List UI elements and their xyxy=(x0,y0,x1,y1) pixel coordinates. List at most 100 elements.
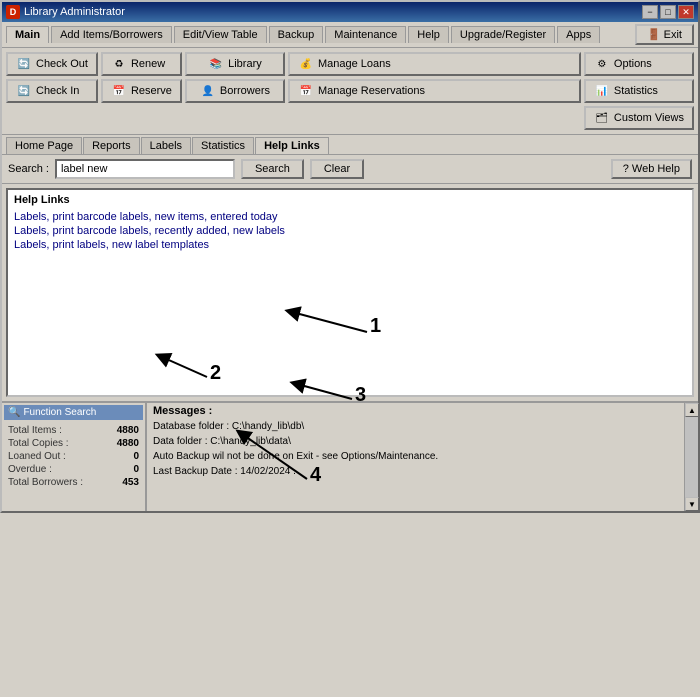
function-search-header: 🔍 Function Search xyxy=(4,405,143,420)
minimize-button[interactable]: − xyxy=(642,5,658,19)
tab-home-page[interactable]: Home Page xyxy=(6,137,82,154)
list-item[interactable]: Labels, print barcode labels, recently a… xyxy=(14,224,686,238)
menu-bar: Main Add Items/Borrowers Edit/View Table… xyxy=(2,22,698,48)
list-item[interactable]: Labels, print labels, new label template… xyxy=(14,238,686,252)
messages-scrollbar[interactable]: ▲ ▼ xyxy=(684,403,698,511)
manage-loans-button[interactable]: 💰 Manage Loans xyxy=(288,52,581,76)
exit-label: Exit xyxy=(664,29,682,41)
function-search-label: Function Search xyxy=(23,407,96,418)
borrowers-icon: 👤 xyxy=(200,84,216,98)
maximize-button[interactable]: □ xyxy=(660,5,676,19)
toolbar-col2: ♻ Renew 📅 Reserve xyxy=(101,52,182,130)
manage-reservations-label: Manage Reservations xyxy=(318,85,425,97)
reserve-label: Reserve xyxy=(131,85,172,97)
function-search-panel: 🔍 Function Search Total Items : 4880 Tot… xyxy=(2,403,147,511)
options-button[interactable]: ⚙ Options xyxy=(584,52,694,76)
stat-overdue-value: 0 xyxy=(133,464,139,475)
menu-tab-help[interactable]: Help xyxy=(408,26,449,43)
checkin-label: Check In xyxy=(36,85,79,97)
tab-statistics[interactable]: Statistics xyxy=(192,137,254,154)
message-line-1: Data folder : C:\handy_lib\data\ xyxy=(153,434,678,449)
stat-overdue: Overdue : 0 xyxy=(4,463,143,476)
checkout-label: Check Out xyxy=(36,58,88,70)
stat-loaned-out-label: Loaned Out : xyxy=(8,451,66,462)
sub-tabs: Home Page Reports Labels Statistics Help… xyxy=(2,134,698,155)
window-title: Library Administrator xyxy=(24,6,125,18)
checkin-icon: 🔄 xyxy=(16,84,32,98)
checkin-button[interactable]: 🔄 Check In xyxy=(6,79,98,103)
toolbar-col4: 💰 Manage Loans 📅 Manage Reservations xyxy=(288,52,581,130)
search-button[interactable]: Search xyxy=(241,159,304,179)
stat-overdue-label: Overdue : xyxy=(8,464,52,475)
statistics-label: Statistics xyxy=(614,85,658,97)
close-button[interactable]: ✕ xyxy=(678,5,694,19)
scroll-down-button[interactable]: ▼ xyxy=(685,497,699,511)
renew-button[interactable]: ♻ Renew xyxy=(101,52,182,76)
search-input[interactable] xyxy=(55,159,235,179)
clear-button[interactable]: Clear xyxy=(310,159,364,179)
menu-tab-add-items[interactable]: Add Items/Borrowers xyxy=(51,26,172,43)
exit-button[interactable]: 🚪 Exit xyxy=(635,24,694,45)
library-icon: 📚 xyxy=(208,57,224,71)
tab-labels[interactable]: Labels xyxy=(141,137,191,154)
main-content: Help Links Labels, print barcode labels,… xyxy=(2,184,698,401)
toolbar-col3: 📚 Library 👤 Borrowers xyxy=(185,52,285,130)
content-area: Help Links Labels, print barcode labels,… xyxy=(6,188,694,397)
title-bar: D Library Administrator − □ ✕ xyxy=(2,2,698,22)
renew-label: Renew xyxy=(131,58,165,70)
list-item[interactable]: Labels, print barcode labels, new items,… xyxy=(14,210,686,224)
checkout-button[interactable]: 🔄 Check Out xyxy=(6,52,98,76)
stat-total-borrowers-label: Total Borrowers : xyxy=(8,477,83,488)
reserve-button[interactable]: 📅 Reserve xyxy=(101,79,182,103)
stat-total-copies-value: 4880 xyxy=(117,438,139,449)
manage-reservations-button[interactable]: 📅 Manage Reservations xyxy=(288,79,581,103)
menu-tab-maintenance[interactable]: Maintenance xyxy=(325,26,406,43)
menu-tab-upgrade[interactable]: Upgrade/Register xyxy=(451,26,555,43)
tab-help-links[interactable]: Help Links xyxy=(255,137,329,154)
stat-total-items: Total Items : 4880 xyxy=(4,424,143,437)
messages-header: Messages : xyxy=(153,405,678,417)
manage-reservations-icon: 📅 xyxy=(298,84,314,98)
search-label: Search : xyxy=(8,163,49,175)
window-controls: − □ ✕ xyxy=(642,5,694,19)
content-header: Help Links xyxy=(14,194,686,206)
menu-tab-backup[interactable]: Backup xyxy=(269,26,324,43)
bottom-panel: 🔍 Function Search Total Items : 4880 Tot… xyxy=(2,401,698,511)
stat-loaned-out: Loaned Out : 0 xyxy=(4,450,143,463)
message-line-0: Database folder : C:\handy_lib\db\ xyxy=(153,419,678,434)
stat-total-borrowers-value: 453 xyxy=(122,477,139,488)
custom-views-label: Custom Views xyxy=(614,112,684,124)
menu-tab-edit-view[interactable]: Edit/View Table xyxy=(174,26,267,43)
options-icon: ⚙ xyxy=(594,57,610,71)
renew-icon: ♻ xyxy=(111,57,127,71)
custom-views-button[interactable]: 🗂 Custom Views xyxy=(584,106,694,130)
menu-tab-apps[interactable]: Apps xyxy=(557,26,600,43)
exit-icon: 🚪 xyxy=(647,28,661,41)
toolbar-col5: ⚙ Options 📊 Statistics 🗂 Custom Views xyxy=(584,52,694,130)
search-bar: Search : Search Clear ? Web Help xyxy=(2,155,698,184)
library-button[interactable]: 📚 Library xyxy=(185,52,285,76)
scroll-up-button[interactable]: ▲ xyxy=(685,403,699,417)
manage-loans-icon: 💰 xyxy=(298,57,314,71)
options-label: Options xyxy=(614,58,652,70)
statistics-button[interactable]: 📊 Statistics xyxy=(584,79,694,103)
custom-views-icon: 🗂 xyxy=(594,111,610,125)
message-line-2: Auto Backup wil not be done on Exit - se… xyxy=(153,449,678,464)
app-icon: D xyxy=(6,5,20,19)
library-label: Library xyxy=(228,58,262,70)
scroll-track xyxy=(685,417,698,497)
stat-total-items-value: 4880 xyxy=(117,425,139,436)
title-bar-left: D Library Administrator xyxy=(6,5,125,19)
borrowers-button[interactable]: 👤 Borrowers xyxy=(185,79,285,103)
tab-reports[interactable]: Reports xyxy=(83,137,140,154)
stat-total-copies-label: Total Copies : xyxy=(8,438,69,449)
checkout-icon: 🔄 xyxy=(16,57,32,71)
toolbar: 🔄 Check Out 🔄 Check In ♻ Renew 📅 Reserve… xyxy=(2,48,698,134)
stat-total-copies: Total Copies : 4880 xyxy=(4,437,143,450)
web-help-button[interactable]: ? Web Help xyxy=(611,159,692,179)
app-window: D Library Administrator − □ ✕ Main Add I… xyxy=(0,0,700,513)
stat-total-items-label: Total Items : xyxy=(8,425,62,436)
statistics-icon: 📊 xyxy=(594,84,610,98)
menu-tab-main[interactable]: Main xyxy=(6,26,49,43)
function-search-icon: 🔍 xyxy=(8,407,20,418)
